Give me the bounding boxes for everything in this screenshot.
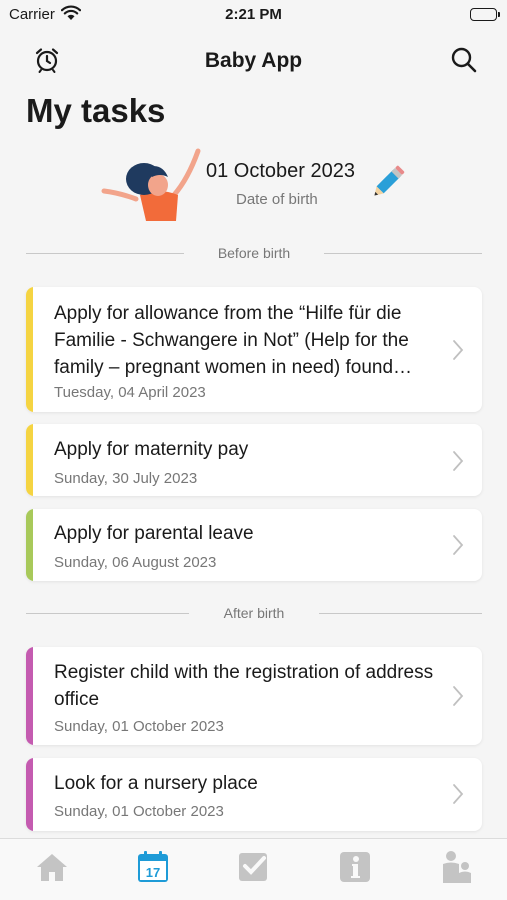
section-divider-before-birth: Before birth — [26, 243, 482, 263]
task-date: Sunday, 01 October 2023 — [54, 718, 224, 735]
checkbox-icon[interactable] — [236, 849, 272, 885]
task-title: Look for a nursery place — [54, 773, 258, 794]
task-card[interactable]: Apply for parental leave Sunday, 06 Augu… — [26, 509, 482, 581]
task-color-bar — [26, 509, 33, 581]
task-title: Apply for parental leave — [54, 523, 254, 544]
chevron-right-icon — [452, 450, 464, 472]
battery-icon — [470, 8, 500, 21]
chevron-right-icon — [452, 339, 464, 361]
chevron-right-icon — [452, 685, 464, 707]
birth-date-label: Date of birth — [236, 191, 318, 208]
task-date: Sunday, 01 October 2023 — [54, 803, 224, 820]
task-card[interactable]: Register child with the registration of … — [26, 647, 482, 745]
calendar-day-number: 17 — [146, 865, 160, 880]
task-date: Tuesday, 04 April 2023 — [54, 384, 206, 401]
task-card[interactable]: Apply for allowance from the “Hilfe für … — [26, 287, 482, 412]
home-icon[interactable] — [34, 849, 70, 885]
section-divider-after-birth: After birth — [26, 603, 482, 623]
app-title: Baby App — [204, 49, 303, 72]
task-color-bar — [26, 647, 33, 745]
page-title: My tasks — [26, 92, 166, 129]
search-icon[interactable] — [449, 45, 479, 75]
birth-date: 01 October 2023 — [206, 160, 355, 182]
tab-bar: 17 — [0, 838, 507, 900]
task-color-bar — [26, 287, 33, 412]
task-date: Sunday, 30 July 2023 — [54, 470, 198, 487]
pencil-icon[interactable] — [370, 160, 410, 200]
mother-illustration — [100, 143, 210, 225]
status-bar: Carrier 2:21 PM — [0, 0, 507, 30]
info-icon[interactable] — [337, 849, 373, 885]
task-title: Apply for allowance from the “Hilfe für … — [54, 303, 413, 378]
nav-bar: Baby App — [0, 40, 507, 80]
task-card[interactable]: Apply for maternity pay Sunday, 30 July … — [26, 424, 482, 496]
chevron-right-icon — [452, 534, 464, 556]
clock-time: 2:21 PM — [225, 6, 282, 23]
task-title: Apply for maternity pay — [54, 439, 249, 460]
family-icon[interactable] — [438, 849, 474, 885]
task-color-bar — [26, 424, 33, 496]
task-title: Register child with the registration of … — [54, 662, 434, 710]
calendar-icon[interactable]: 17 — [135, 849, 171, 885]
chevron-right-icon — [452, 783, 464, 805]
task-card[interactable]: Look for a nursery place Sunday, 01 Octo… — [26, 758, 482, 831]
task-date: Sunday, 06 August 2023 — [54, 554, 217, 571]
task-color-bar — [26, 758, 33, 831]
